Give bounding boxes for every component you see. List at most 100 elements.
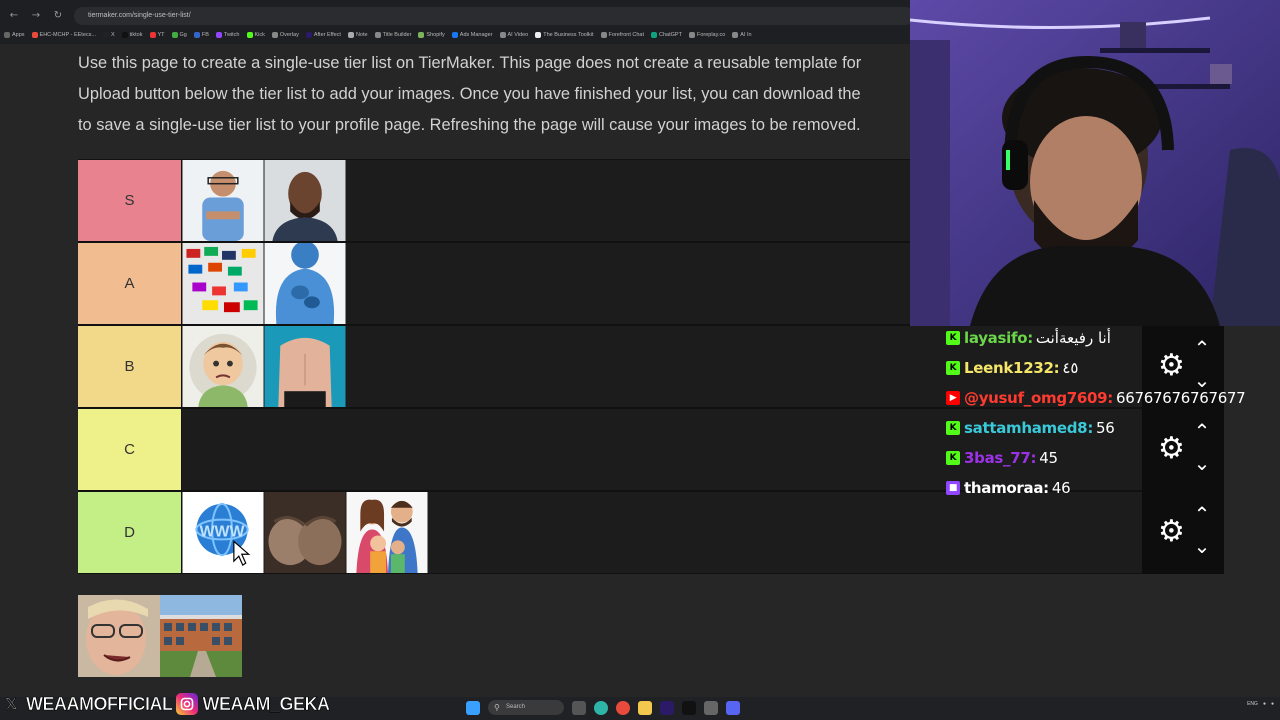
taskview-icon[interactable] xyxy=(572,700,586,715)
chrome-icon[interactable] xyxy=(616,700,630,715)
bookmark-item[interactable]: EHC-MCHP - EEtecs... xyxy=(31,32,96,38)
taskbar-search[interactable]: ⚲ Search xyxy=(488,700,564,715)
bookmark-label: AI Video xyxy=(507,32,529,38)
bookmark-label: After Effect xyxy=(313,32,341,38)
reload-icon[interactable]: ↻ xyxy=(50,8,66,24)
tier-items[interactable] xyxy=(182,326,346,407)
tier-items[interactable] xyxy=(182,160,346,241)
tier-label[interactable]: S xyxy=(78,160,182,241)
chevron-down-icon[interactable]: ⌄ xyxy=(1190,536,1214,556)
bookmark-favicon-icon xyxy=(4,32,10,38)
bookmark-label: Foreplay.co xyxy=(696,32,726,38)
bookmark-item[interactable]: Kick xyxy=(246,32,265,38)
tier-image-family-cartoon[interactable] xyxy=(346,492,428,573)
bookmark-favicon-icon xyxy=(499,32,506,38)
bookmark-label: Ads Manager xyxy=(459,32,493,38)
tray-language[interactable]: ENG xyxy=(1247,701,1258,707)
volume-icon[interactable]: ● xyxy=(1271,701,1274,707)
bookmark-favicon-icon xyxy=(732,32,739,38)
bookmark-item[interactable]: Note xyxy=(347,32,368,38)
tier-controls: ⚙ ⌃ ⌄ xyxy=(1142,491,1224,574)
bookmark-label: The Business Toolkit xyxy=(543,32,594,38)
bookmark-item[interactable]: X xyxy=(102,32,115,38)
tier-image-open-hands[interactable] xyxy=(264,492,346,573)
tier-items[interactable] xyxy=(182,243,346,324)
bookmark-favicon-icon xyxy=(374,32,381,38)
app-icon[interactable] xyxy=(704,700,718,715)
discord-icon[interactable] xyxy=(726,700,740,715)
chat-text: 56 xyxy=(1096,419,1115,437)
bookmarks-bar: Apps EHC-MCHP - EEtecs... Xtiktok YT Gg FB Twi… xyxy=(4,29,752,41)
x-logo-icon: 𝕏 xyxy=(5,695,18,714)
intro-line-3: to save a single-use tier list to your p… xyxy=(78,116,861,134)
explorer-icon[interactable] xyxy=(638,700,652,715)
taskbar-search-label: Search xyxy=(506,704,526,710)
chat-message: ▶ @yusuf_omg7609: 66767676767677 xyxy=(946,383,1276,413)
tiktok-icon[interactable] xyxy=(682,700,696,715)
back-icon[interactable]: ← xyxy=(6,8,22,24)
bookmark-item[interactable]: tiktok xyxy=(121,32,143,38)
image-pool xyxy=(78,595,242,677)
bookmark-favicon-icon xyxy=(246,32,253,38)
pool-image-school[interactable] xyxy=(160,595,242,677)
bookmark-label: Title Builder xyxy=(382,32,412,38)
tier-image-boy-portrait[interactable] xyxy=(182,160,264,241)
bookmark-item[interactable]: Gg xyxy=(171,32,187,38)
bookmark-favicon-icon xyxy=(651,32,658,38)
tier-label[interactable]: A xyxy=(78,243,182,324)
bookmark-label: EHC-MCHP - EEtecs... xyxy=(39,32,96,38)
url-field[interactable]: tiermaker.com/single-use-tier-list/ xyxy=(74,7,914,25)
start-icon[interactable] xyxy=(466,700,480,715)
chat-message: K Leenk1232: ٤٥ xyxy=(946,353,1276,383)
bookmark-item[interactable]: FB xyxy=(193,32,209,38)
tier-image-www-globe[interactable]: WWW xyxy=(182,492,264,573)
pool-image-face[interactable] xyxy=(78,595,160,677)
kick-icon: K xyxy=(946,451,960,465)
chevron-up-icon[interactable]: ⌃ xyxy=(1190,504,1214,524)
tier-label[interactable]: C xyxy=(78,409,182,490)
tier-row-d[interactable]: D WWW xyxy=(78,491,1142,574)
svg-text:WWW: WWW xyxy=(200,523,245,540)
bookmark-item[interactable]: YT xyxy=(149,32,165,38)
gear-icon[interactable]: ⚙ xyxy=(1158,517,1188,547)
bookmark-label: YT xyxy=(157,32,165,38)
bookmark-favicon-icon xyxy=(347,32,354,38)
bookmark-item[interactable]: AI Video xyxy=(499,32,529,38)
bookmark-favicon-icon xyxy=(271,32,278,38)
tier-image-flags-pile[interactable] xyxy=(182,243,264,324)
bookmark-favicon-icon xyxy=(171,32,178,38)
wifi-icon[interactable]: ● xyxy=(1263,701,1266,707)
edge-icon[interactable] xyxy=(594,700,608,715)
kick-icon: K xyxy=(946,361,960,375)
bookmark-favicon-icon xyxy=(305,32,312,38)
bookmark-item[interactable]: Overlay xyxy=(271,32,299,38)
tier-image-torso-photo[interactable] xyxy=(264,326,346,407)
chat-message: ■ thamoraa: 46 xyxy=(946,473,1276,503)
bookmark-item[interactable]: Shopify xyxy=(418,32,445,38)
bookmark-item[interactable]: Apps xyxy=(4,32,25,38)
tier-image-man-portrait[interactable] xyxy=(264,160,346,241)
forward-icon[interactable]: → xyxy=(28,8,44,24)
bookmark-item[interactable]: The Business Toolkit xyxy=(535,32,594,38)
bookmark-item[interactable]: After Effect xyxy=(305,32,341,38)
bookmark-label: X xyxy=(110,32,115,38)
chat-text: 45 xyxy=(1039,449,1058,467)
bookmark-item[interactable]: Title Builder xyxy=(374,32,412,38)
premiere-icon[interactable] xyxy=(660,700,674,715)
tier-items[interactable]: WWW xyxy=(182,492,428,573)
bookmark-item[interactable]: Forefront Chat xyxy=(600,32,644,38)
bookmark-item[interactable]: Twitch xyxy=(215,32,240,38)
tier-label[interactable]: D xyxy=(78,492,182,573)
bookmark-item[interactable]: ChatGPT xyxy=(651,32,682,38)
tier-image-cartoon-boy[interactable] xyxy=(182,326,264,407)
twitch-icon: ■ xyxy=(946,481,960,495)
bookmark-item[interactable]: AI In xyxy=(732,32,752,38)
tier-label[interactable]: B xyxy=(78,326,182,407)
bookmark-item[interactable]: Ads Manager xyxy=(451,32,493,38)
kick-icon: K xyxy=(946,331,960,345)
bookmark-label: Overlay xyxy=(279,32,299,38)
bookmark-item[interactable]: Foreplay.co xyxy=(688,32,726,38)
chat-message: Klayasifo: أنا رفيعةأنت xyxy=(946,323,1276,353)
tier-image-anatomy-body[interactable] xyxy=(264,243,346,324)
bookmark-favicon-icon xyxy=(215,32,222,38)
